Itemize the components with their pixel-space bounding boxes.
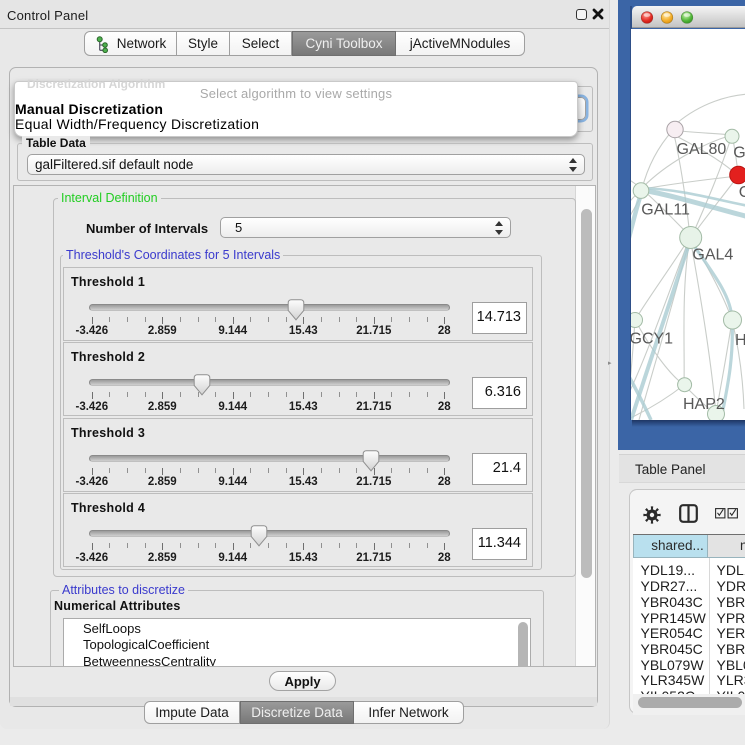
svg-text:H: H [735, 332, 745, 349]
svg-text:GCY1: GCY1 [631, 331, 673, 348]
svg-text:G.: G. [733, 145, 745, 162]
svg-text:GAL80: GAL80 [677, 141, 727, 158]
svg-text:C: C [739, 184, 745, 201]
svg-text:HAP2: HAP2 [683, 396, 725, 413]
svg-text:GAL4: GAL4 [692, 246, 733, 263]
svg-text:GAL11: GAL11 [641, 202, 690, 219]
